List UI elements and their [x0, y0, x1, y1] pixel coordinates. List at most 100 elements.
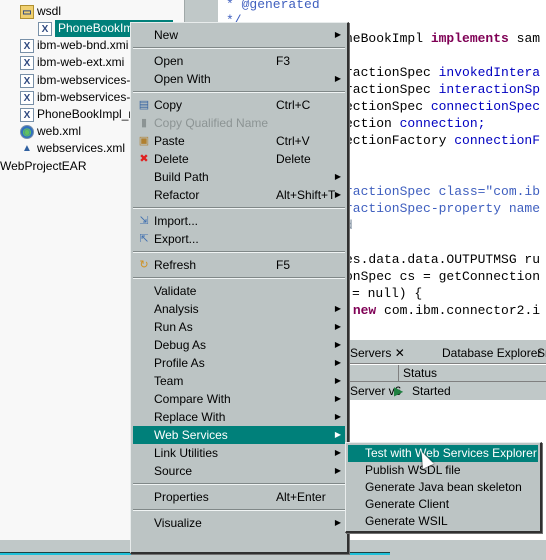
menu-item-refactor[interactable]: Refactor Alt+Shift+T ▶	[133, 186, 345, 204]
menu-item-run-as[interactable]: Run As ▶	[133, 318, 345, 336]
code-line: ractionSpec-property name	[345, 201, 541, 216]
copy-icon: ▤	[138, 99, 150, 111]
tree-item[interactable]: ▲ webservices.xml	[20, 140, 125, 157]
tree-item-label: wsdl	[37, 4, 62, 18]
menu-item-export[interactable]: ⇱ Export...	[133, 230, 345, 248]
menu-item-replace-with[interactable]: Replace With ▶	[133, 408, 345, 426]
menu-item-visualize[interactable]: Visualize ▶	[133, 514, 345, 532]
server-started-icon: ▶	[394, 384, 404, 398]
menu-item-generate-java-bean-skeleton[interactable]: Generate Java bean skeleton	[348, 479, 538, 496]
delete-icon: ✖	[139, 153, 149, 165]
submenu-arrow-icon: ▶	[334, 340, 341, 349]
menu-item-open-with[interactable]: Open With ▶	[133, 70, 345, 88]
menu-separator	[133, 207, 345, 209]
webservices-icon: ▲	[22, 142, 32, 154]
submenu-arrow-icon: ▶	[334, 190, 341, 199]
context-menu: New ▶ Open F3 Open With ▶ ▤ Copy Ctrl+C ▮ Copy Qua…	[130, 22, 349, 554]
code-line: onSpec cs = getConnection	[345, 269, 541, 284]
submenu-arrow-icon: ▶	[334, 358, 341, 367]
export-icon: ⇱	[139, 233, 149, 245]
menu-item-analysis[interactable]: Analysis ▶	[133, 300, 345, 318]
submenu-arrow-icon: ▶	[334, 74, 341, 83]
close-icon[interactable]: ✕	[395, 346, 405, 360]
menu-item-link-utilities[interactable]: Link Utilities ▶	[133, 444, 345, 462]
submenu-arrow-icon: ▶	[334, 448, 341, 457]
shortcut-label: Ctrl+C	[276, 98, 311, 112]
menu-item-debug-as[interactable]: Debug As ▶	[133, 336, 345, 354]
code-line: ectionSpec connectionSpec	[345, 99, 541, 114]
submenu-arrow-icon: ▶	[334, 304, 341, 313]
menu-item-build-path[interactable]: Build Path ▶	[133, 168, 345, 186]
menu-separator	[133, 251, 345, 253]
menu-item-publish-wsdl-file[interactable]: Publish WSDL file	[348, 462, 538, 479]
tree-item-label: ibm-web-ext.xmi	[37, 55, 125, 69]
menu-item-delete[interactable]: ✖ Delete Delete	[133, 150, 345, 168]
menu-item-team[interactable]: Team ▶	[133, 372, 345, 390]
tree-item-label: WebProjectEAR	[0, 159, 87, 173]
menu-item-validate[interactable]: Validate	[133, 282, 345, 300]
tree-item[interactable]: ◉ web.xml	[20, 123, 81, 140]
menu-item-open[interactable]: Open F3	[133, 52, 345, 70]
shortcut-label: Delete	[276, 152, 311, 166]
column-status[interactable]: Status	[398, 365, 437, 382]
menu-separator	[133, 91, 345, 93]
menu-item-test-with-web-services-explorer[interactable]: Test with Web Services Explorer	[348, 445, 538, 462]
xmi-file-icon: X	[20, 73, 34, 88]
folder-warning-icon: ▭	[20, 4, 34, 19]
menu-item-web-services[interactable]: Web Services ▶	[133, 426, 345, 444]
xmi-file-icon: X	[20, 38, 34, 53]
import-icon: ⇲	[139, 215, 149, 227]
servers-tab-bar: Servers ✕ Database Explorer Sn	[330, 340, 546, 364]
tree-item-label: webservices.xml	[37, 141, 126, 155]
tree-item[interactable]: Xibm-web-ext.xmi	[20, 54, 124, 71]
menu-item-copy-qualified-name[interactable]: ▮ Copy Qualified Name	[133, 114, 345, 132]
code-line: ractionSpec interactionSp	[345, 82, 541, 97]
tree-item[interactable]: WebProjectEAR	[0, 158, 86, 175]
code-line: es.data.data.OUTPUTMSG ru	[345, 252, 541, 267]
menu-separator	[133, 277, 345, 279]
menu-item-profile-as[interactable]: Profile As ▶	[133, 354, 345, 372]
table-row[interactable]: Server v6 ▶ Started	[330, 382, 546, 400]
shortcut-label: Alt+Shift+T	[276, 188, 336, 202]
submenu-arrow-icon: ▶	[334, 430, 341, 439]
tree-item-label: ibm-web-bnd.xmi	[37, 38, 129, 52]
refresh-icon: ↻	[139, 259, 149, 271]
menu-item-copy[interactable]: ▤ Copy Ctrl+C	[133, 96, 345, 114]
menu-item-paste[interactable]: ▣ Paste Ctrl+V	[133, 132, 345, 150]
submenu-arrow-icon: ▶	[334, 172, 341, 181]
shortcut-label: Ctrl+V	[276, 134, 310, 148]
shortcut-label: F5	[276, 258, 291, 272]
code-line: ection connection;	[345, 116, 486, 131]
submenu-arrow-icon: ▶	[334, 322, 341, 331]
menu-item-compare-with[interactable]: Compare With ▶	[133, 390, 345, 408]
xmi-file-icon: X	[20, 107, 34, 122]
menu-item-refresh[interactable]: ↻ Refresh F5	[133, 256, 345, 274]
menu-item-properties[interactable]: Properties Alt+Enter	[133, 488, 345, 506]
tree-item[interactable]: Xibm-web-bnd.xmi	[20, 37, 128, 54]
servers-table-header: Status	[330, 365, 546, 382]
xmi-file-icon: X	[20, 90, 34, 105]
code-line: ractionSpec invokedIntera	[345, 65, 541, 80]
submenu-arrow-icon: ▶	[334, 394, 341, 403]
paste-icon: ▣	[138, 135, 150, 147]
submenu-arrow-icon: ▶	[334, 376, 341, 385]
menu-item-source[interactable]: Source ▶	[133, 462, 345, 480]
menu-item-generate-client[interactable]: Generate Client	[348, 496, 538, 513]
tree-item-label: web.xml	[37, 124, 82, 138]
menu-separator	[133, 483, 345, 485]
menu-item-import[interactable]: ⇲ Import...	[133, 212, 345, 230]
tab-database-explorer[interactable]: Database Explorer	[442, 343, 541, 363]
code-line: ractionSpec class="com.ib	[345, 184, 541, 199]
xmi-file-icon: X	[20, 55, 34, 70]
code-line: neBookImpl implements sam	[345, 31, 541, 46]
submenu-arrow-icon: ▶	[334, 518, 341, 527]
copy-qualified-icon: ▮	[140, 117, 148, 129]
tab-snippets[interactable]: Sn	[537, 343, 546, 363]
menu-item-new[interactable]: New ▶	[133, 26, 345, 44]
xml-file-warning-icon: X	[38, 21, 52, 36]
menu-item-generate-wsil[interactable]: Generate WSIL	[348, 513, 538, 530]
tab-servers[interactable]: Servers ✕	[350, 343, 405, 363]
web-services-submenu: Test with Web Services Explorer Publish W…	[345, 442, 542, 533]
tree-item[interactable]: ▭ wsdl	[20, 3, 61, 20]
submenu-arrow-icon: ▶	[334, 30, 341, 39]
